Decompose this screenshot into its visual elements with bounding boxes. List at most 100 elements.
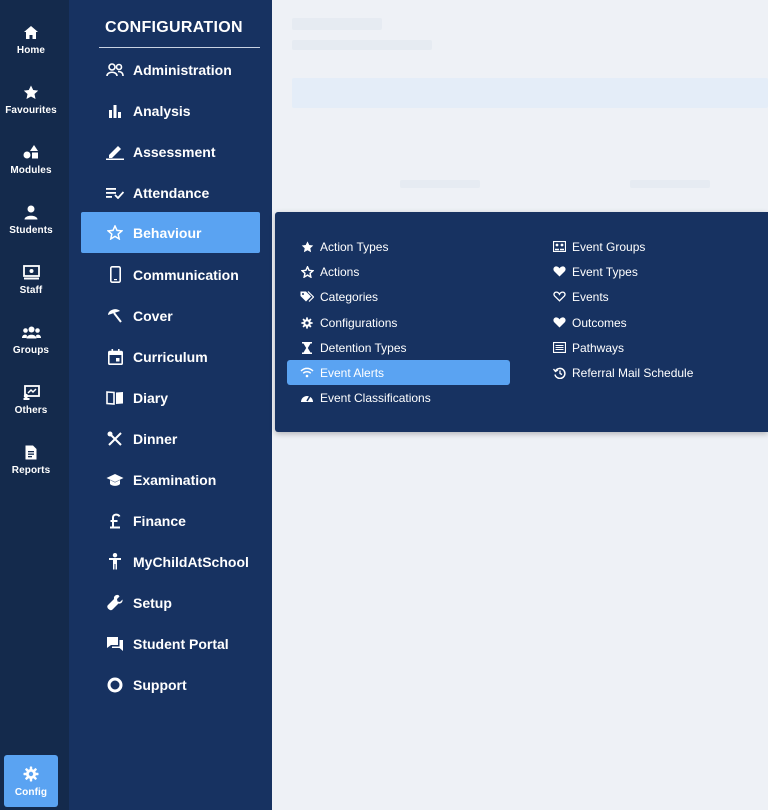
heart-icon: [552, 265, 566, 279]
tags-icon: [300, 290, 314, 304]
group-box-icon: [552, 240, 566, 254]
menu-item-communication[interactable]: Communication: [81, 254, 260, 295]
star-icon: [300, 240, 314, 254]
users-icon: [21, 322, 41, 342]
flyout-item-outcomes[interactable]: Outcomes: [552, 310, 752, 335]
rail-item-reports[interactable]: Reports: [0, 433, 62, 485]
rail-item-label: Favourites: [5, 105, 57, 116]
flyout-item-action-types[interactable]: Action Types: [300, 234, 520, 259]
menu-item-attendance[interactable]: Attendance: [81, 172, 260, 213]
menu-item-curriculum[interactable]: Curriculum: [81, 336, 260, 377]
flyout-item-label: Event Groups: [572, 239, 646, 254]
rail-item-staff[interactable]: Staff: [0, 253, 62, 305]
menu-item-finance[interactable]: Finance: [81, 500, 260, 541]
flyout-item-label: Event Types: [572, 264, 638, 279]
menu-item-label: Communication: [133, 266, 239, 283]
umbrella-icon: [105, 306, 125, 326]
menu-item-label: MyChildAtSchool: [133, 553, 249, 570]
page-subheader-placeholder: [292, 40, 432, 50]
flyout-item-configurations[interactable]: Configurations: [300, 310, 520, 335]
rail-item-label: Students: [9, 225, 53, 236]
flyout-item-referral-mail-schedule[interactable]: Referral Mail Schedule: [552, 360, 752, 385]
graduation-cap-icon: [105, 470, 125, 490]
page-banner-placeholder: [292, 78, 768, 108]
flyout-item-event-groups[interactable]: Event Groups: [552, 234, 752, 259]
gear-icon: [21, 764, 41, 784]
rail-item-students[interactable]: Students: [0, 193, 62, 245]
page-header-placeholder: [292, 18, 382, 30]
menu-item-examination[interactable]: Examination: [81, 459, 260, 500]
flyout-item-label: Action Types: [320, 239, 389, 254]
flyout-item-label: Events: [572, 289, 609, 304]
chat-icon: [105, 634, 125, 654]
user-icon: [21, 202, 41, 222]
checklist-icon: [105, 183, 125, 203]
flyout-item-categories[interactable]: Categories: [300, 284, 520, 309]
menu-item-setup[interactable]: Setup: [81, 582, 260, 623]
rail-item-others[interactable]: Others: [0, 373, 62, 425]
flyout-item-pathways[interactable]: Pathways: [552, 335, 752, 360]
menu-item-label: Behaviour: [133, 224, 202, 241]
flyout-item-actions[interactable]: Actions: [300, 259, 520, 284]
flyout-item-event-classifications[interactable]: Event Classifications: [300, 385, 520, 410]
flyout-item-label: Configurations: [320, 315, 398, 330]
gear-icon: [300, 316, 314, 330]
flyout-item-label: Referral Mail Schedule: [572, 365, 694, 380]
flyout-item-detention-types[interactable]: Detention Types: [300, 335, 520, 360]
star-outline-icon: [300, 265, 314, 279]
wrench-icon: [105, 593, 125, 613]
menu-item-label: Administration: [133, 61, 232, 78]
menu-item-analysis[interactable]: Analysis: [81, 90, 260, 131]
flyout-item-event-types[interactable]: Event Types: [552, 259, 752, 284]
menu-item-support[interactable]: Support: [81, 664, 260, 705]
rail-item-label: Groups: [12, 345, 50, 356]
history-icon: [552, 366, 566, 380]
page-field-placeholder-2: [630, 180, 710, 188]
calendar-icon: [105, 347, 125, 367]
utensils-icon: [105, 429, 125, 449]
title-divider: [99, 47, 260, 48]
menu-item-dinner[interactable]: Dinner: [81, 418, 260, 459]
gauge-icon: [300, 391, 314, 405]
rail-item-home[interactable]: Home: [0, 13, 62, 65]
menu-item-administration[interactable]: Administration: [81, 49, 260, 90]
menu-item-cover[interactable]: Cover: [81, 295, 260, 336]
file-icon: [21, 442, 41, 462]
menu-item-label: Analysis: [133, 102, 191, 119]
menu-item-mychildatschool[interactable]: MyChildAtSchool: [81, 541, 260, 582]
rail-item-label: Modules: [10, 165, 52, 176]
configuration-title: CONFIGURATION: [105, 19, 243, 36]
icon-rail: Home Favourites Modules Students Staff G…: [0, 0, 69, 810]
rail-item-label: Reports: [11, 465, 51, 476]
flyout-item-event-alerts[interactable]: Event Alerts: [287, 360, 510, 385]
flyout-item-label: Outcomes: [572, 315, 627, 330]
menu-item-label: Dinner: [133, 430, 178, 447]
menu-item-label: Attendance: [133, 184, 210, 201]
wifi-icon: [300, 366, 314, 380]
rail-item-favourites[interactable]: Favourites: [0, 73, 62, 125]
flyout-item-label: Actions: [320, 264, 360, 279]
flyout-item-events[interactable]: Events: [552, 284, 752, 309]
menu-item-assessment[interactable]: Assessment: [81, 131, 260, 172]
rail-item-groups[interactable]: Groups: [0, 313, 62, 365]
heart-icon: [552, 316, 566, 330]
menu-item-label: Student Portal: [133, 635, 229, 652]
behaviour-flyout: Action Types Actions Categories Configur…: [275, 212, 768, 432]
rail-item-label: Home: [16, 45, 46, 56]
menu-item-label: Setup: [133, 594, 172, 611]
rail-item-config[interactable]: Config: [4, 755, 58, 807]
star-icon: [21, 82, 41, 102]
rail-item-label: Others: [14, 405, 48, 416]
menu-item-label: Assessment: [133, 143, 216, 160]
rail-item-label: Staff: [19, 285, 43, 296]
menu-item-student-portal[interactable]: Student Portal: [81, 623, 260, 664]
pound-icon: [105, 511, 125, 531]
rail-item-modules[interactable]: Modules: [0, 133, 62, 185]
presentation-icon: [21, 382, 41, 402]
child-icon: [105, 552, 125, 572]
flyout-item-label: Pathways: [572, 340, 625, 355]
shapes-icon: [21, 142, 41, 162]
menu-item-diary[interactable]: Diary: [81, 377, 260, 418]
menu-item-label: Support: [133, 676, 187, 693]
menu-item-behaviour[interactable]: Behaviour: [81, 212, 260, 253]
